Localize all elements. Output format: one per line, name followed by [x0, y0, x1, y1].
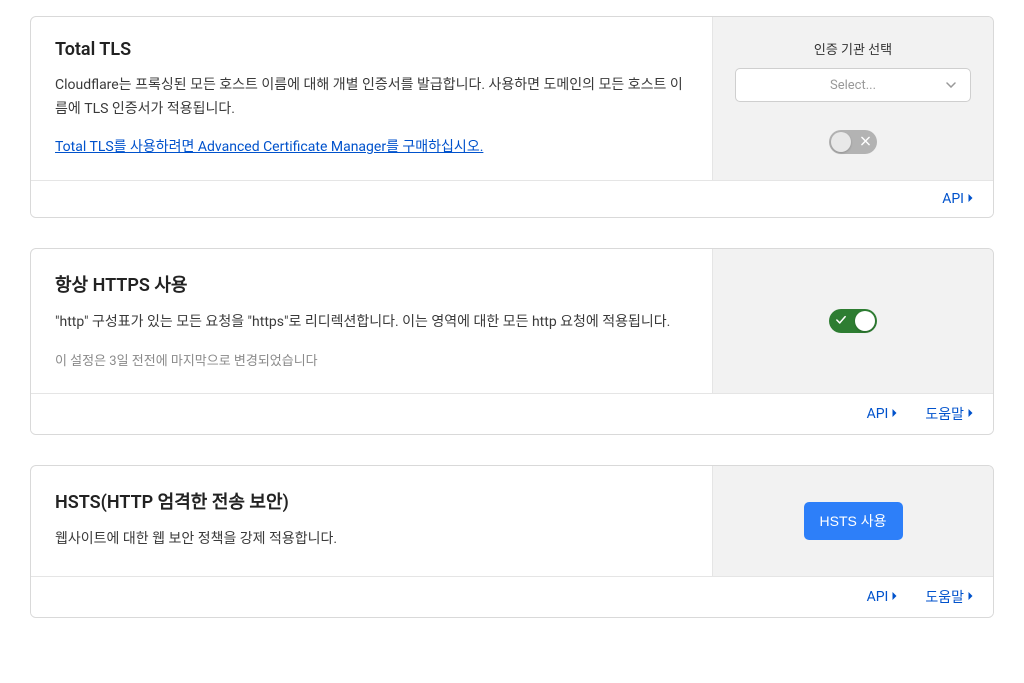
hsts-card: HSTS(HTTP 엄격한 전송 보안) 웹사이트에 대한 웹 보안 정책을 강…	[30, 465, 994, 618]
card-description: "http" 구성표가 있는 모든 요청을 "https"로 리디렉션합니다. …	[55, 311, 688, 335]
api-label: API	[867, 589, 889, 605]
always-https-card: 항상 HTTPS 사용 "http" 구성표가 있는 모든 요청을 "https…	[30, 248, 994, 436]
card-body: Total TLS Cloudflare는 프록싱된 모든 호스트 이름에 대해…	[31, 17, 993, 180]
card-footer: API 도움말	[31, 393, 993, 434]
card-main: HSTS(HTTP 엄격한 전송 보안) 웹사이트에 대한 웹 보안 정책을 강…	[31, 466, 713, 576]
card-title: HSTS(HTTP 엄격한 전송 보안)	[55, 488, 688, 514]
ca-select-placeholder: Select...	[830, 78, 876, 93]
caret-right-icon	[966, 406, 975, 422]
card-side	[713, 249, 993, 394]
help-label: 도움말	[925, 404, 964, 424]
chevron-down-icon	[946, 82, 956, 88]
card-side: 인증 기관 선택 Select...	[713, 17, 993, 180]
api-link[interactable]: API	[942, 191, 975, 207]
ca-select[interactable]: Select...	[735, 68, 971, 102]
toggle-knob	[831, 132, 851, 152]
card-body: HSTS(HTTP 엄격한 전송 보안) 웹사이트에 대한 웹 보안 정책을 강…	[31, 466, 993, 576]
purchase-acm-link[interactable]: Total TLS를 사용하려면 Advanced Certificate Ma…	[55, 139, 483, 155]
help-link[interactable]: 도움말	[925, 404, 975, 424]
api-label: API	[867, 406, 889, 422]
toggle-knob	[855, 311, 875, 331]
card-title: Total TLS	[55, 39, 688, 60]
caret-right-icon	[966, 589, 975, 605]
close-icon	[861, 136, 870, 149]
api-link[interactable]: API	[867, 406, 900, 422]
total-tls-toggle[interactable]	[829, 130, 877, 154]
card-main: 항상 HTTPS 사용 "http" 구성표가 있는 모든 요청을 "https…	[31, 249, 713, 394]
enable-hsts-button[interactable]: HSTS 사용	[804, 502, 903, 540]
help-link[interactable]: 도움말	[925, 587, 975, 607]
card-title: 항상 HTTPS 사용	[55, 271, 688, 297]
caret-right-icon	[966, 191, 975, 207]
total-tls-card: Total TLS Cloudflare는 프록싱된 모든 호스트 이름에 대해…	[30, 16, 994, 218]
always-https-toggle[interactable]	[829, 309, 877, 333]
card-side: HSTS 사용	[713, 466, 993, 576]
card-footer: API 도움말	[31, 576, 993, 617]
caret-right-icon	[890, 589, 899, 605]
api-link[interactable]: API	[867, 589, 900, 605]
ca-select-label: 인증 기관 선택	[814, 39, 892, 58]
card-footer: API	[31, 180, 993, 217]
card-description: 웹사이트에 대한 웹 보안 정책을 강제 적용합니다.	[55, 528, 688, 552]
caret-right-icon	[890, 406, 899, 422]
card-main: Total TLS Cloudflare는 프록싱된 모든 호스트 이름에 대해…	[31, 17, 713, 180]
help-label: 도움말	[925, 587, 964, 607]
card-body: 항상 HTTPS 사용 "http" 구성표가 있는 모든 요청을 "https…	[31, 249, 993, 394]
check-icon	[836, 314, 846, 327]
api-label: API	[942, 191, 964, 207]
last-modified-text: 이 설정은 3일 전전에 마지막으로 변경되었습니다	[55, 350, 688, 369]
card-description: Cloudflare는 프록싱된 모든 호스트 이름에 대해 개별 인증서를 발…	[55, 74, 688, 122]
